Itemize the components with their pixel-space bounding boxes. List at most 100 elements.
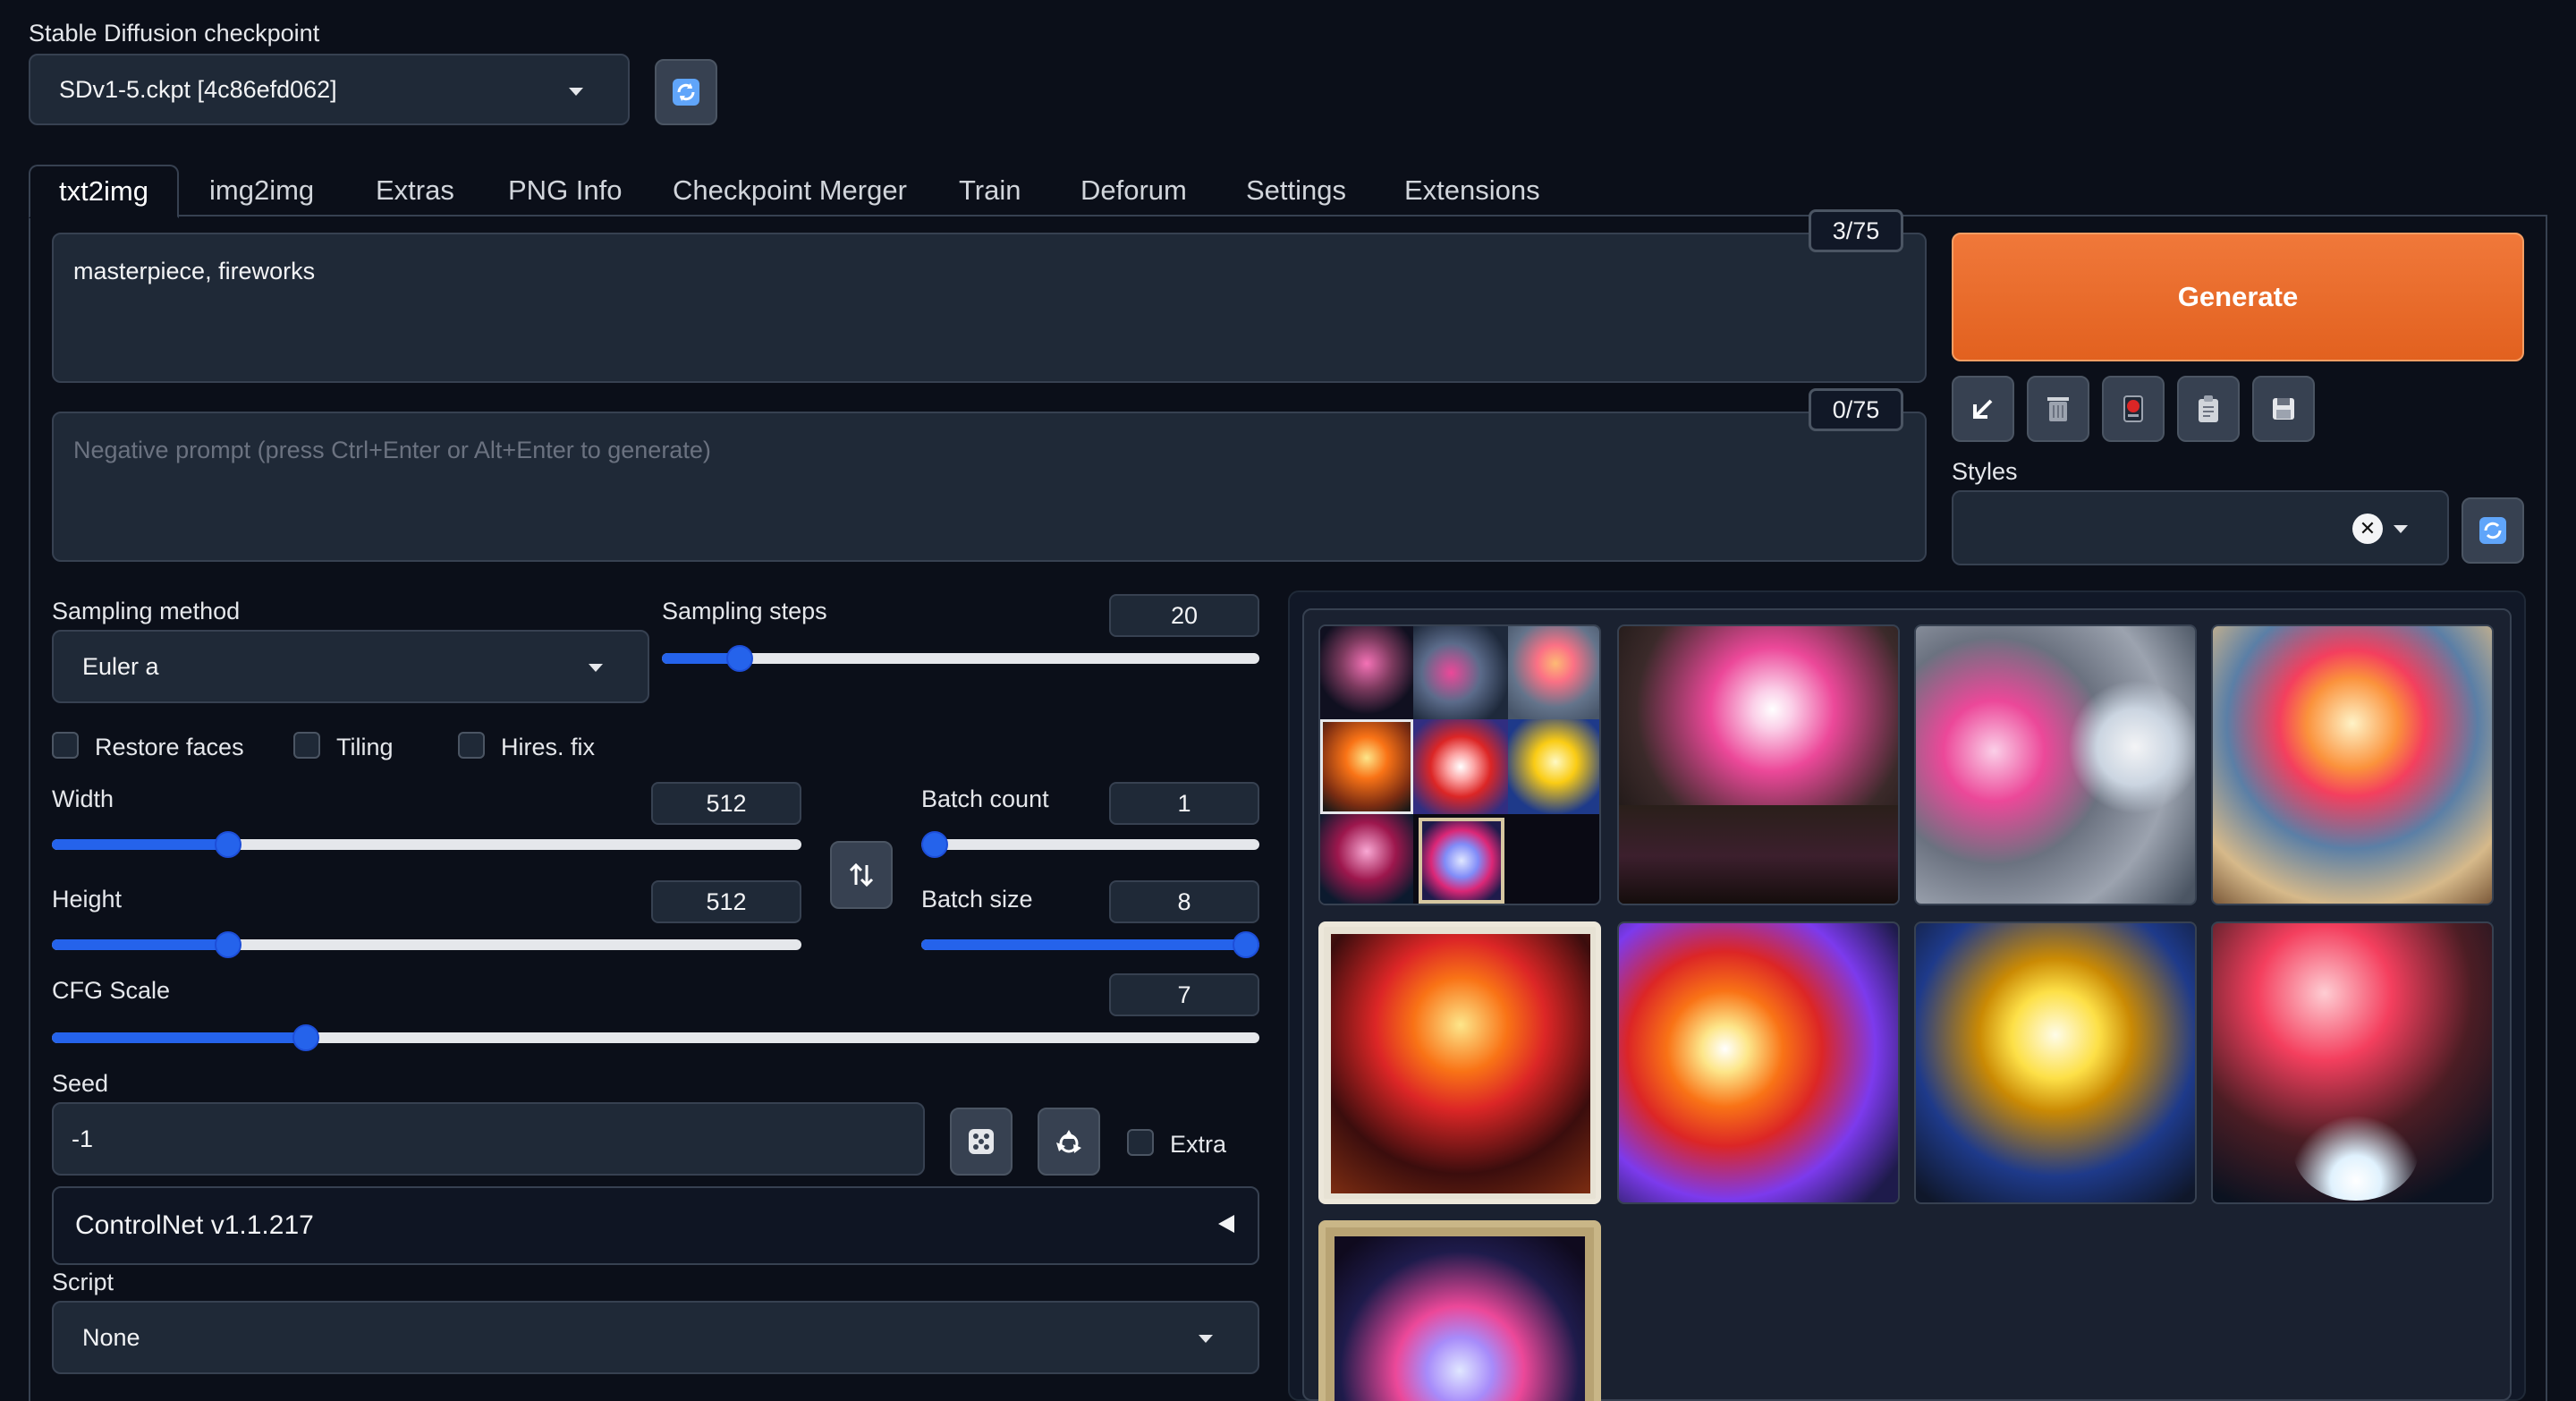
- gallery-image[interactable]: [1914, 921, 2197, 1204]
- sampling-steps-input[interactable]: 20: [1109, 594, 1259, 637]
- batch-count-label: Batch count: [921, 785, 1049, 812]
- apply-style-button[interactable]: [2177, 376, 2240, 442]
- batch-size-label: Batch size: [921, 886, 1033, 913]
- prompt-text: masterpiece, fireworks: [73, 258, 316, 284]
- height-input[interactable]: 512: [651, 880, 801, 923]
- image-burst: [2293, 1102, 2419, 1201]
- sampling-method-label: Sampling method: [52, 598, 241, 624]
- styles-dropdown[interactable]: ✕: [1952, 490, 2449, 565]
- sampling-steps-slider[interactable]: [662, 645, 1259, 672]
- batch-size-slider[interactable]: [921, 931, 1259, 958]
- script-dropdown[interactable]: None: [52, 1301, 1259, 1374]
- collapse-arrow-icon: [1218, 1215, 1234, 1233]
- seed-value: -1: [72, 1125, 94, 1152]
- slider-thumb[interactable]: [292, 1024, 319, 1051]
- random-seed-button[interactable]: [950, 1108, 1013, 1176]
- tab-panel-border-left: [29, 215, 30, 1401]
- checkpoint-label: Stable Diffusion checkpoint: [29, 20, 320, 47]
- prompt-token-counter: 3/75: [1809, 209, 1903, 252]
- reuse-seed-button[interactable]: [1038, 1108, 1100, 1176]
- gallery-image[interactable]: [1914, 624, 2197, 905]
- width-input[interactable]: 512: [651, 782, 801, 825]
- styles-label: Styles: [1952, 458, 2018, 485]
- checkpoint-dropdown[interactable]: SDv1-5.ckpt [4c86efd062]: [29, 54, 630, 125]
- grid-thumb: [1419, 818, 1504, 904]
- gallery-image[interactable]: [2211, 624, 2494, 905]
- width-slider[interactable]: [52, 831, 801, 858]
- slider-fill: [921, 939, 1259, 950]
- tab-checkpoint-merger[interactable]: Checkpoint Merger: [673, 165, 907, 217]
- slider-thumb[interactable]: [214, 931, 242, 958]
- tab-extensions[interactable]: Extensions: [1404, 165, 1540, 217]
- tab-img2img[interactable]: img2img: [209, 165, 314, 217]
- gallery-image[interactable]: [1318, 921, 1601, 1204]
- slider-thumb[interactable]: [214, 831, 242, 858]
- grid-thumb: [1320, 626, 1413, 719]
- tab-png-info[interactable]: PNG Info: [508, 165, 623, 217]
- cfg-scale-slider[interactable]: [52, 1024, 1259, 1051]
- image-content: [1335, 1236, 1585, 1401]
- slider-fill: [52, 839, 228, 850]
- height-slider[interactable]: [52, 931, 801, 958]
- restore-faces-checkbox[interactable]: [52, 732, 79, 759]
- script-value: None: [82, 1323, 140, 1351]
- slider-thumb[interactable]: [1233, 931, 1259, 958]
- save-style-button[interactable]: [2252, 376, 2315, 442]
- grid-thumb: [1508, 719, 1599, 814]
- controlnet-accordion[interactable]: ControlNet v1.1.217: [52, 1186, 1259, 1265]
- chevron-down-icon: [589, 664, 603, 672]
- gallery-image[interactable]: [1617, 624, 1900, 905]
- tab-extras[interactable]: Extras: [376, 165, 454, 217]
- prompt-textarea[interactable]: masterpiece, fireworks: [52, 233, 1927, 383]
- batch-size-input[interactable]: 8: [1109, 880, 1259, 923]
- generate-button[interactable]: Generate: [1952, 233, 2524, 361]
- chevron-down-icon: [2394, 525, 2408, 533]
- gallery-image-grid[interactable]: [1318, 624, 1601, 905]
- tiling-checkbox[interactable]: [293, 732, 320, 759]
- chevron-down-icon: [569, 88, 583, 96]
- hires-fix-label: Hires. fix: [501, 734, 596, 760]
- gallery-image[interactable]: [1318, 1220, 1601, 1401]
- refresh-checkpoint-button[interactable]: [655, 59, 717, 125]
- batch-count-input[interactable]: 1: [1109, 782, 1259, 825]
- trash-icon: [2047, 397, 2069, 421]
- image-content: [1331, 934, 1590, 1193]
- height-label: Height: [52, 886, 123, 913]
- seed-input[interactable]: -1: [52, 1102, 925, 1176]
- read-params-button[interactable]: [1952, 376, 2014, 442]
- tab-panel-border: [2546, 215, 2547, 1401]
- hires-fix-checkbox[interactable]: [458, 732, 485, 759]
- slider-thumb[interactable]: [921, 831, 948, 858]
- clipboard-icon: [2199, 395, 2218, 422]
- image-burst: [2068, 680, 2195, 814]
- recycle-icon: [1056, 1130, 1081, 1153]
- slider-thumb[interactable]: [725, 645, 753, 672]
- sampling-method-dropdown[interactable]: Euler a: [52, 630, 649, 703]
- tab-txt2img[interactable]: txt2img: [29, 165, 179, 218]
- grid-thumb: [1413, 719, 1508, 814]
- show-extra-networks-button[interactable]: [2102, 376, 2165, 442]
- gallery-image[interactable]: [1617, 921, 1900, 1204]
- extra-networks-icon: [2123, 395, 2143, 422]
- dice-icon: [969, 1129, 994, 1154]
- tiling-label: Tiling: [336, 734, 394, 760]
- negative-prompt-placeholder: Negative prompt (press Ctrl+Enter or Alt…: [73, 437, 711, 463]
- extra-seed-checkbox[interactable]: [1127, 1129, 1154, 1156]
- seed-label: Seed: [52, 1070, 109, 1097]
- clear-prompt-button[interactable]: [2027, 376, 2089, 442]
- negative-prompt-textarea[interactable]: Negative prompt (press Ctrl+Enter or Alt…: [52, 412, 1927, 562]
- batch-count-slider[interactable]: [921, 831, 1259, 858]
- refresh-styles-button[interactable]: [2462, 497, 2524, 564]
- tab-settings[interactable]: Settings: [1246, 165, 1346, 217]
- swap-dimensions-button[interactable]: [830, 841, 893, 909]
- swap-arrows-icon: [849, 862, 874, 887]
- slider-fill: [52, 1032, 306, 1043]
- clear-icon[interactable]: ✕: [2352, 514, 2383, 544]
- tab-train[interactable]: Train: [959, 165, 1021, 217]
- cfg-scale-input[interactable]: 7: [1109, 973, 1259, 1016]
- grid-thumb: [1320, 719, 1413, 814]
- width-label: Width: [52, 785, 114, 812]
- tab-deforum[interactable]: Deforum: [1080, 165, 1187, 217]
- refresh-icon: [2479, 517, 2506, 544]
- gallery-image[interactable]: [2211, 921, 2494, 1204]
